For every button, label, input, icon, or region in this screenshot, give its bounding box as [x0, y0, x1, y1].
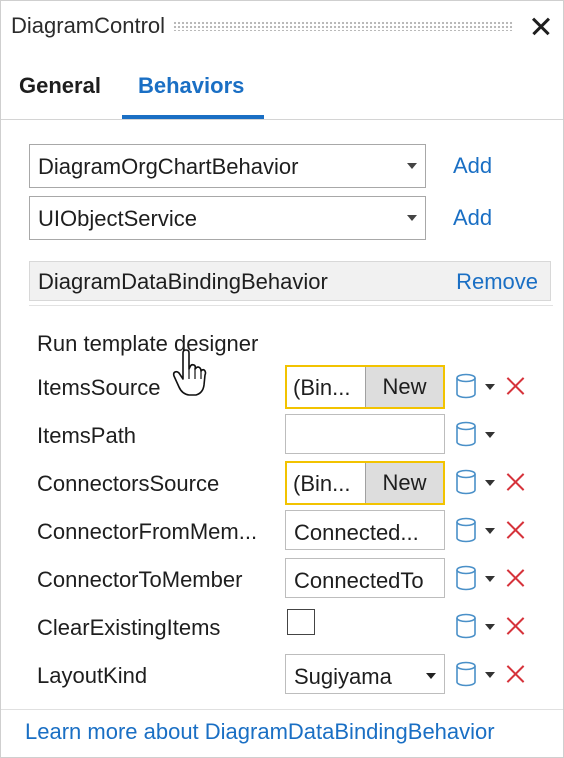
tab-general[interactable]: General: [19, 73, 101, 99]
combo-value: DiagramOrgChartBehavior: [38, 154, 299, 179]
behavior-list-item[interactable]: DiagramDataBindingBehavior Remove: [29, 261, 551, 301]
combo-value: UIObjectService: [38, 206, 197, 231]
editor-value: (Bin...: [293, 375, 351, 400]
database-icon[interactable]: [455, 469, 477, 495]
behavior-picker-combo[interactable]: DiagramOrgChartBehavior: [29, 144, 426, 188]
learn-more-link[interactable]: Learn more about DiagramDataBindingBehav…: [25, 719, 495, 745]
chevron-down-icon: [407, 215, 417, 221]
chevron-down-icon[interactable]: [485, 624, 495, 630]
section-divider: [29, 305, 553, 306]
connectors-source-editor[interactable]: (Bin... New: [285, 461, 445, 505]
chevron-down-icon: [407, 163, 417, 169]
connector-from-member-input[interactable]: Connected...: [285, 510, 445, 550]
chevron-down-icon[interactable]: [485, 432, 495, 438]
diagram-control-panel: DiagramControl General Behaviors Diagram…: [0, 0, 564, 758]
close-icon[interactable]: [505, 376, 525, 396]
editor-value: ConnectedTo: [294, 568, 424, 593]
items-source-editor[interactable]: (Bin... New: [285, 365, 445, 409]
add-behavior-button[interactable]: Add: [453, 153, 492, 179]
new-binding-button[interactable]: New: [365, 463, 443, 503]
tab-behaviors[interactable]: Behaviors: [138, 73, 244, 99]
title-bar: DiagramControl: [1, 1, 563, 51]
close-icon[interactable]: [505, 664, 525, 684]
new-binding-button[interactable]: New: [365, 367, 443, 407]
database-icon[interactable]: [455, 613, 477, 639]
close-icon[interactable]: [527, 12, 555, 40]
behavior-name: DiagramDataBindingBehavior: [38, 269, 328, 294]
close-icon[interactable]: [505, 520, 525, 540]
database-icon[interactable]: [455, 373, 477, 399]
editor-value: Connected...: [294, 520, 419, 545]
window-title: DiagramControl: [11, 13, 166, 38]
close-icon[interactable]: [505, 616, 525, 636]
chevron-down-icon[interactable]: [485, 576, 495, 582]
property-label: ConnectorToMember: [37, 567, 243, 592]
tabs-divider: [1, 119, 563, 120]
layout-kind-select[interactable]: Sugiyama: [285, 654, 445, 694]
property-label: ClearExistingItems: [37, 615, 221, 640]
chevron-down-icon[interactable]: [485, 672, 495, 678]
chevron-down-icon[interactable]: [485, 528, 495, 534]
property-label: ItemsSource: [37, 375, 161, 400]
add-service-button[interactable]: Add: [453, 205, 492, 231]
database-icon[interactable]: [455, 421, 477, 447]
items-path-input[interactable]: [285, 414, 445, 454]
chevron-down-icon[interactable]: [485, 384, 495, 390]
editor-value: (Bin...: [293, 471, 351, 496]
connector-to-member-input[interactable]: ConnectedTo: [285, 558, 445, 598]
drag-grip[interactable]: [173, 21, 513, 31]
footer-divider: [1, 709, 563, 710]
property-label: ConnectorFromMem...: [37, 519, 258, 544]
editor-value: Sugiyama: [294, 664, 392, 689]
database-icon[interactable]: [455, 517, 477, 543]
service-picker-combo[interactable]: UIObjectService: [29, 196, 426, 240]
hand-cursor-icon: [172, 349, 207, 396]
database-icon[interactable]: [455, 661, 477, 687]
tab-strip: General Behaviors: [1, 63, 563, 119]
remove-behavior-button[interactable]: Remove: [456, 269, 538, 295]
property-label: ConnectorsSource: [37, 471, 220, 496]
chevron-down-icon: [426, 673, 436, 679]
close-icon[interactable]: [505, 568, 525, 588]
property-label: LayoutKind: [37, 663, 148, 688]
chevron-down-icon[interactable]: [485, 480, 495, 486]
property-label: ItemsPath: [37, 423, 137, 448]
database-icon[interactable]: [455, 565, 477, 591]
clear-existing-items-checkbox[interactable]: [287, 609, 315, 635]
run-template-designer-link[interactable]: Run template designer: [37, 331, 258, 357]
close-icon[interactable]: [505, 472, 525, 492]
